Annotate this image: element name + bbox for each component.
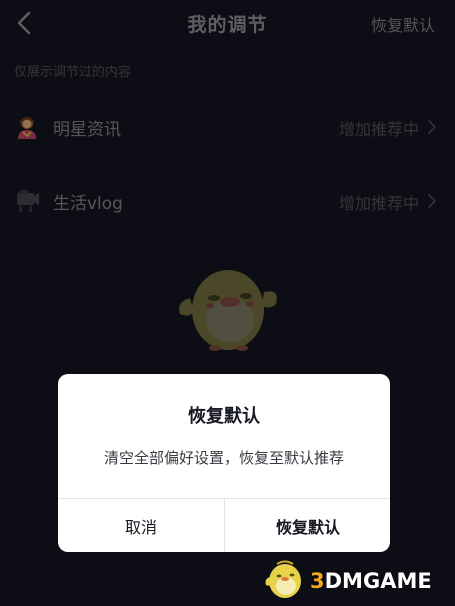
cancel-button[interactable]: 取消 xyxy=(58,499,224,552)
watermark-number: 3 xyxy=(310,569,325,593)
dialog-title: 恢复默认 xyxy=(188,406,260,427)
confirm-reset-button[interactable]: 恢复默认 xyxy=(225,499,390,552)
confirm-dialog: 恢复默认 清空全部偏好设置，恢复至默认推荐 取消 恢复默认 xyxy=(58,374,390,552)
dialog-message: 清空全部偏好设置，恢复至默认推荐 xyxy=(103,449,344,467)
watermark: 3DMGAME xyxy=(262,555,452,603)
watermark-brand: DMGAME xyxy=(324,569,432,593)
watermark-mascot-icon xyxy=(265,560,301,598)
screen: 我的调节 恢复默认 仅展示调节过的内容 明星资讯 增加推荐中 生活vlog 增加… xyxy=(0,0,455,606)
watermark-text: 3DMGAME xyxy=(310,569,432,593)
